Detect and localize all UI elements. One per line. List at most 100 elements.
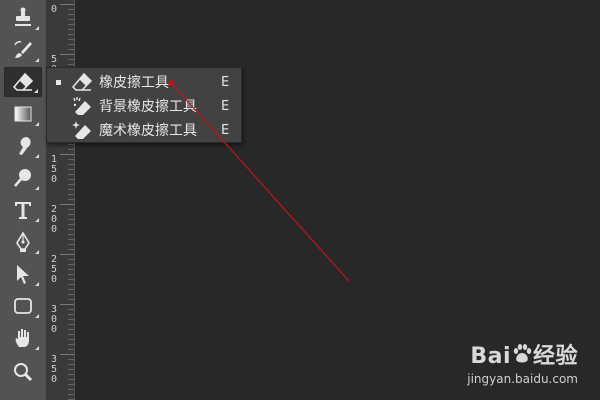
tool-group-indicator [35, 346, 39, 350]
ruler-tick [68, 29, 74, 30]
ruler-tick [68, 34, 74, 35]
ruler-tick [68, 324, 74, 325]
watermark-brand-left: Bai [470, 344, 511, 369]
path-selection-tool[interactable] [4, 259, 42, 289]
hand-tool[interactable] [4, 323, 42, 353]
zoom-tool[interactable] [4, 357, 42, 387]
tool-group-indicator [35, 154, 39, 158]
menu-item-magic-eraser-tool[interactable]: 魔术橡皮擦工具 E [47, 118, 241, 142]
ruler-tick [68, 289, 74, 290]
ruler-tick [68, 259, 74, 260]
history-brush-tool-icon [14, 41, 32, 58]
ruler-tick [68, 19, 74, 20]
gradient-tool-icon [14, 106, 32, 122]
gradient-tool[interactable] [4, 99, 42, 129]
ruler-tick [68, 9, 74, 10]
ruler-tick [68, 244, 74, 245]
hand-tool-icon [15, 329, 29, 347]
watermark-brand-right: 经验 [532, 344, 578, 369]
pen-tool[interactable] [4, 227, 42, 257]
ruler-tick [68, 264, 74, 265]
ruler-tick [68, 299, 74, 300]
menu-item-background-eraser-tool[interactable]: 背景橡皮擦工具 E [47, 94, 241, 118]
magic-eraser-icon [71, 120, 93, 140]
ruler-tick [68, 49, 74, 50]
history-brush-tool[interactable] [4, 35, 42, 65]
ruler-tick [68, 209, 74, 210]
ruler-tick [68, 364, 74, 365]
vertical-ruler[interactable]: 050100150200250300350 [46, 0, 75, 400]
ruler-tick [68, 389, 74, 390]
tool-group-indicator [35, 122, 39, 126]
blur-tool[interactable] [4, 131, 42, 161]
menu-item-shortcut: E [221, 74, 230, 90]
ruler-tick [68, 334, 74, 335]
ruler-tick [68, 369, 74, 370]
ruler-tick [68, 309, 74, 310]
path-selection-tool-icon [17, 265, 29, 284]
tool-group-indicator [35, 314, 39, 318]
ruler-tick [68, 144, 74, 145]
watermark-domain: jingyan.baidu.com [467, 372, 578, 386]
ruler-tick [68, 14, 74, 15]
selected-bullet-icon [56, 79, 61, 85]
ruler-tick [68, 164, 74, 165]
tool-group-indicator [35, 218, 39, 222]
stamp-tool[interactable] [4, 3, 42, 33]
dodge-tool-icon [14, 169, 31, 187]
eraser-icon [71, 72, 93, 92]
tool-group-indicator [35, 186, 39, 190]
ruler-tick [68, 269, 74, 270]
tool-group-indicator [35, 282, 39, 286]
type-tool[interactable] [4, 195, 42, 225]
ruler-tick [68, 44, 74, 45]
ruler-tick [60, 4, 74, 5]
menu-item-label: 魔术橡皮擦工具 [99, 123, 197, 139]
ruler-tick [68, 344, 74, 345]
background-eraser-icon [71, 96, 93, 116]
ruler-tick [68, 24, 74, 25]
tool-group-indicator [35, 250, 39, 254]
ruler-tick [68, 379, 74, 380]
ruler-tick [68, 359, 74, 360]
ruler-tick [68, 214, 74, 215]
ruler-label: 300 [50, 304, 58, 335]
ruler-tick [60, 304, 74, 305]
tool-group-indicator [35, 58, 39, 62]
shape-tool-icon [14, 298, 32, 314]
dodge-tool[interactable] [4, 163, 42, 193]
ruler-tick [60, 54, 74, 55]
ruler-tick [60, 154, 74, 155]
eraser-tool[interactable] [4, 67, 42, 97]
blur-tool-icon [19, 137, 31, 155]
ruler-tick [68, 149, 74, 150]
ruler-tick [68, 284, 74, 285]
ruler-tick [68, 239, 74, 240]
eraser-tool-flyout-menu: 橡皮擦工具 E 背景橡皮擦工具 E 魔术橡皮擦工具 E [46, 67, 242, 143]
ruler-tick [68, 349, 74, 350]
ruler-tick [68, 174, 74, 175]
ruler-tick [68, 189, 74, 190]
ruler-tick [60, 204, 74, 205]
shape-tool[interactable] [4, 291, 42, 321]
ruler-tick [68, 374, 74, 375]
baidu-paw-icon [511, 343, 533, 371]
tool-group-indicator [35, 26, 39, 30]
ruler-tick [68, 339, 74, 340]
menu-item-eraser-tool[interactable]: 橡皮擦工具 E [47, 70, 241, 94]
baidu-jingyan-watermark: Bai 经验 jingyan.baidu.com [467, 338, 578, 386]
ruler-tick [68, 159, 74, 160]
ruler-tick [68, 169, 74, 170]
zoom-tool-icon [14, 363, 33, 382]
ruler-tick [68, 249, 74, 250]
ruler-tick [68, 314, 74, 315]
ruler-tick [68, 59, 74, 60]
ruler-tick [68, 184, 74, 185]
ruler-tick [68, 274, 74, 275]
ruler-tick [68, 384, 74, 385]
ruler-label: 200 [50, 204, 58, 235]
menu-item-label: 橡皮擦工具 [99, 75, 169, 91]
ruler-tick [68, 194, 74, 195]
ruler-tick [60, 354, 74, 355]
menu-item-shortcut: E [221, 122, 230, 138]
